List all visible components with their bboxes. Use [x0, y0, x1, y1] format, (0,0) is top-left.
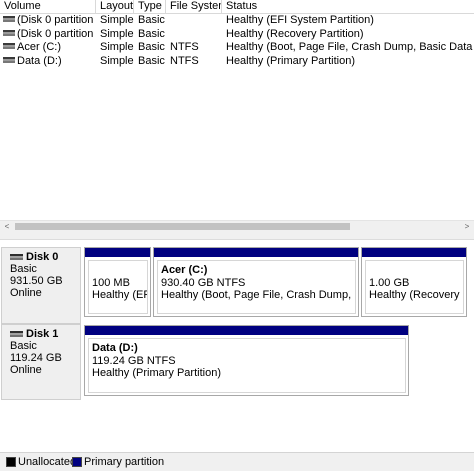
disk-icon: [10, 254, 23, 260]
layout-cell: Simple: [100, 27, 134, 40]
volume-name-cell: (Disk 0 partition 4): [0, 28, 96, 42]
volume-name: (Disk 0 partition 1): [17, 14, 96, 26]
disk-1-label[interactable]: Disk 1 Basic 119.24 GB Online: [1, 324, 81, 400]
table-row[interactable]: (Disk 0 partition 4) Simple Basic Health…: [0, 28, 474, 42]
column-header-layout[interactable]: Layout: [96, 0, 134, 14]
disk-state: Online: [10, 364, 42, 376]
partition-disk1-data-d[interactable]: Data (D:) 119.24 GB NTFS Healthy (Primar…: [84, 325, 409, 396]
volume-name-cell: Acer (C:): [0, 41, 96, 55]
disk-name: Disk 1: [26, 328, 59, 340]
column-header-status[interactable]: Status: [222, 0, 474, 14]
partition-body: 1.00 GB Healthy (Recovery Part: [365, 260, 464, 314]
partition-size: 100 MB: [92, 276, 130, 289]
file-system-cell: NTFS: [170, 54, 199, 67]
column-header-volume[interactable]: Volume: [0, 0, 96, 14]
partition-status: Healthy (EFI S: [92, 289, 147, 301]
volume-icon: [3, 56, 15, 63]
partition-bar: [85, 326, 408, 335]
layout-cell: Simple: [100, 14, 134, 26]
partition-name: [92, 264, 147, 277]
volume-list-empty-area[interactable]: [0, 68, 474, 220]
partition-size: 1.00 GB: [369, 276, 410, 289]
primary-partition-swatch: [72, 457, 82, 467]
partition-status: Healthy (Recovery Part: [369, 289, 463, 301]
partition-bar: [362, 248, 466, 257]
disk-size: 119.24 GB: [10, 352, 62, 364]
disk-type: Basic: [10, 263, 37, 275]
column-header-file-system[interactable]: File System: [166, 0, 222, 14]
unallocated-swatch: [6, 457, 16, 467]
volume-icon: [3, 43, 15, 50]
disk-state: Online: [10, 287, 42, 299]
legend-unallocated-label: Unallocated: [18, 456, 77, 468]
layout-cell: Simple: [100, 54, 134, 67]
partition-body: 100 MB Healthy (EFI S: [88, 260, 148, 314]
disk-name: Disk 0: [26, 251, 59, 263]
partition-body: Acer (C:) 930.40 GB NTFS Healthy (Boot, …: [157, 260, 356, 314]
partition-status: Healthy (Primary Partition): [92, 367, 221, 379]
partition-disk0-acer-c[interactable]: Acer (C:) 930.40 GB NTFS Healthy (Boot, …: [153, 247, 359, 317]
partition-size: 930.40 GB NTFS: [161, 276, 246, 289]
status-cell: Healthy (Boot, Page File, Crash Dump, Ba…: [226, 41, 474, 53]
disk-type: Basic: [10, 340, 37, 352]
partition-body: Data (D:) 119.24 GB NTFS Healthy (Primar…: [88, 338, 406, 393]
partition-status: Healthy (Boot, Page File, Crash Dump, Ba…: [161, 289, 355, 301]
disk-1-title: Disk 1: [10, 328, 80, 340]
volume-name-cell: (Disk 0 partition 1): [0, 14, 96, 28]
partition-disk0-recovery[interactable]: 1.00 GB Healthy (Recovery Part: [361, 247, 467, 317]
disk-0-title: Disk 0: [10, 251, 80, 263]
volume-name-cell: Data (D:): [0, 55, 96, 69]
type-cell: Basic: [138, 14, 165, 26]
scroll-left-arrow-icon[interactable]: <: [0, 221, 14, 232]
partition-bar: [85, 248, 150, 257]
volume-icon: [3, 16, 15, 23]
status-cell: Healthy (Recovery Partition): [226, 27, 364, 40]
legend: Unallocated Primary partition: [0, 452, 474, 471]
volume-name: Data (D:): [17, 54, 62, 67]
volume-name: Acer (C:): [17, 41, 61, 53]
type-cell: Basic: [138, 27, 165, 40]
volume-list: (Disk 0 partition 1) Simple Basic Health…: [0, 14, 474, 68]
disk-icon: [10, 331, 23, 337]
legend-primary-label: Primary partition: [84, 456, 165, 468]
table-row[interactable]: Data (D:) Simple Basic NTFS Healthy (Pri…: [0, 55, 474, 69]
disk-map-pane: Disk 0 Basic 931.50 GB Online 100 MB Hea…: [0, 240, 474, 452]
partition-size: 119.24 GB NTFS: [92, 354, 176, 367]
disk-0-label[interactable]: Disk 0 Basic 931.50 GB Online: [1, 247, 81, 324]
table-row[interactable]: Acer (C:) Simple Basic NTFS Healthy (Boo…: [0, 41, 474, 55]
disk-size: 931.50 GB: [10, 275, 63, 287]
pane-splitter[interactable]: [0, 232, 474, 240]
partition-name: Acer (C:): [161, 264, 208, 276]
partition-name: [369, 264, 463, 277]
type-cell: Basic: [138, 41, 165, 53]
scrollbar-thumb[interactable]: [15, 223, 350, 230]
column-header-type[interactable]: Type: [134, 0, 166, 14]
horizontal-scrollbar[interactable]: < >: [0, 220, 474, 232]
layout-cell: Simple: [100, 41, 134, 53]
table-row[interactable]: (Disk 0 partition 1) Simple Basic Health…: [0, 14, 474, 28]
scroll-right-arrow-icon[interactable]: >: [460, 221, 474, 232]
type-cell: Basic: [138, 54, 165, 67]
volume-name: (Disk 0 partition 4): [17, 27, 96, 40]
partition-disk0-efi[interactable]: 100 MB Healthy (EFI S: [84, 247, 151, 317]
file-system-cell: NTFS: [170, 41, 199, 53]
partition-name: Data (D:): [92, 342, 138, 354]
status-cell: Healthy (EFI System Partition): [226, 14, 374, 26]
status-cell: Healthy (Primary Partition): [226, 54, 355, 67]
volume-icon: [3, 29, 15, 36]
volume-list-header: Volume Layout Type File System Status: [0, 0, 474, 14]
partition-bar: [154, 248, 358, 257]
